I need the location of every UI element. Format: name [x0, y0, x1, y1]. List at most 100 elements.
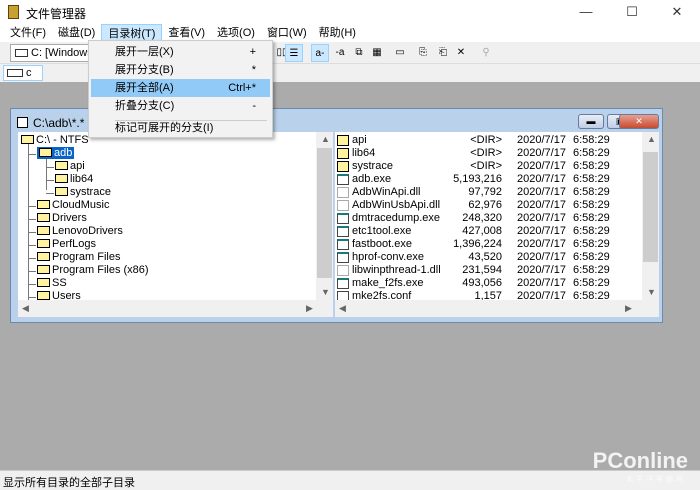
file-row[interactable]: etc1tool.exe427,0082020/7/176:58:29A [337, 225, 657, 238]
sort-by-type-icon[interactable]: -a [331, 44, 349, 62]
close-button[interactable]: ✕ [654, 0, 700, 24]
menu-item-expand-one-level[interactable]: 展开一层(X) + [91, 43, 270, 61]
folder-icon [337, 135, 349, 146]
tree-item[interactable]: Program Files (x86) [37, 264, 149, 277]
menu-item-collapse-branch[interactable]: 折叠分支(C) - [91, 97, 270, 115]
menu-item-label: 展开一层(X) [115, 46, 174, 58]
menu-item-label: 展开全部(A) [115, 82, 174, 94]
delete-icon[interactable]: ✕ [452, 44, 470, 62]
app-icon [8, 5, 19, 19]
menu-item-label: 折叠分支(C) [115, 100, 175, 112]
tree-label: lib64 [70, 173, 94, 185]
folder-icon [337, 161, 349, 172]
file-icon [337, 252, 349, 263]
window-icon [17, 117, 28, 128]
minimize-button[interactable]: — [563, 0, 609, 24]
tree-item[interactable]: systrace [55, 186, 111, 199]
file-date: 2020/7/17 [517, 212, 566, 224]
file-row[interactable]: dmtracedump.exe248,3202020/7/176:58:29A [337, 212, 657, 225]
files-vertical-scrollbar[interactable]: ▲ ▼ [642, 132, 659, 300]
app-title: 文件管理器 [26, 7, 87, 21]
file-row[interactable]: api <DIR> 2020/7/17 6:58:29 [337, 134, 657, 147]
paste-icon[interactable]: ⎗ [434, 44, 452, 62]
file-name: adb.exe [352, 173, 392, 185]
file-row[interactable]: AdbWinUsbApi.dll62,9762020/7/176:58:29A [337, 199, 657, 212]
file-name: hprof-conv.exe [352, 251, 424, 263]
menu-help[interactable]: 帮助(H) [313, 24, 362, 42]
file-row[interactable]: fastboot.exe1,396,2242020/7/176:58:29A [337, 238, 657, 251]
file-icon [337, 200, 349, 211]
file-time: 6:58:29 [573, 238, 610, 250]
menu-item-shortcut: Ctrl+* [228, 82, 256, 94]
file-name: systrace [352, 160, 393, 172]
folder-icon [37, 252, 50, 261]
details-view-icon[interactable]: ☰ [285, 44, 303, 62]
tree-label: C:\ - NTFS [36, 134, 89, 146]
maximize-button[interactable]: ☐ [609, 0, 655, 24]
file-name: fastboot.exe [352, 238, 412, 250]
file-date: 2020/7/17 [517, 186, 566, 198]
calendar-icon[interactable]: ▦ [368, 44, 386, 62]
file-size: <DIR> [470, 160, 502, 172]
file-row[interactable]: AdbWinApi.dll97,7922020/7/176:58:29A [337, 186, 657, 199]
menu-file[interactable]: 文件(F) [4, 24, 52, 42]
file-list: api <DIR> 2020/7/17 6:58:29 lib64 <DIR> 2020/7… [335, 132, 659, 317]
child-close-button[interactable]: ✕ [619, 114, 659, 129]
tree-label: SS [52, 277, 67, 289]
menu-item-expand-branch[interactable]: 展开分支(B) * [91, 61, 270, 79]
file-row[interactable]: make_f2fs.exe493,0562020/7/176:58:29A [337, 277, 657, 290]
folder-icon [55, 174, 68, 183]
tree-item[interactable]: api [55, 160, 85, 173]
menu-item-expand-all[interactable]: 展开全部(A) Ctrl+* [91, 79, 270, 97]
sort-by-name-icon[interactable]: a- [311, 44, 329, 62]
menu-item-shortcut: * [251, 64, 256, 76]
tree-item[interactable]: SS [37, 277, 67, 290]
tree-item[interactable]: Drivers [37, 212, 87, 225]
file-date: 2020/7/17 [517, 199, 566, 211]
file-time: 6:58:29 [573, 173, 610, 185]
file-size: 493,056 [462, 277, 502, 289]
folder-icon [55, 161, 68, 170]
file-date: 2020/7/17 [517, 147, 566, 159]
tree-item-adb[interactable]: adb [37, 147, 75, 160]
drive-c-button[interactable]: c [3, 65, 43, 81]
tree-label: systrace [70, 186, 111, 198]
file-row[interactable]: hprof-conv.exe43,5202020/7/176:58:29A [337, 251, 657, 264]
file-size: 62,976 [468, 199, 502, 211]
files-horizontal-scrollbar[interactable]: ◀ ▶ [335, 300, 659, 317]
file-name: AdbWinUsbApi.dll [352, 199, 441, 211]
tree-label: Drivers [52, 212, 87, 224]
tree-item[interactable]: LenovoDrivers [37, 225, 123, 238]
file-row[interactable]: adb.exe5,193,2162020/7/176:58:29A [337, 173, 657, 186]
drive-c-label: c [26, 67, 32, 79]
tree-vertical-scrollbar[interactable]: ▲ ▼ [316, 132, 333, 300]
folder-icon [55, 187, 68, 196]
tree-item[interactable]: lib64 [55, 173, 93, 186]
file-row[interactable]: lib64 <DIR> 2020/7/17 6:58:29 [337, 147, 657, 160]
folder-icon [37, 278, 50, 287]
tree-root[interactable]: C:\ - NTFS [21, 134, 89, 147]
file-date: 2020/7/17 [517, 277, 566, 289]
new-window-icon[interactable]: ⧉ [350, 44, 368, 62]
file-row[interactable]: systrace <DIR> 2020/7/17 6:58:29 [337, 160, 657, 173]
menu-item-indicate-expandable[interactable]: 标记可展开的分支(I) [91, 119, 270, 137]
file-row[interactable]: libwinpthread-1.dll 231,594 2020/7/17 6:58:… [337, 264, 657, 277]
tree-item[interactable]: PerfLogs [37, 238, 96, 251]
file-icon [337, 265, 349, 276]
directory-tree: C:\ - NTFS adb api lib64 systrace CloudMus… [18, 132, 333, 317]
tree-label: LenovoDrivers [52, 225, 123, 237]
tree-horizontal-scrollbar[interactable]: ◀ ▶ [18, 300, 333, 317]
file-date: 2020/7/17 [517, 173, 566, 185]
title-bar: 文件管理器 — ☐ ✕ [0, 0, 700, 24]
file-time: 6:58:29 [573, 225, 610, 237]
folder-icon [37, 239, 50, 248]
tree-item[interactable]: Program Files [37, 251, 120, 264]
file-name: AdbWinApi.dll [352, 186, 421, 198]
tree-item[interactable]: CloudMusic [37, 199, 109, 212]
copy-icon[interactable]: ⎘ [414, 44, 432, 62]
child-minimize-button[interactable]: ▬ [578, 114, 604, 129]
drive-icon [15, 49, 28, 57]
network-drive-icon[interactable]: ▭ [391, 44, 409, 62]
file-time: 6:58:29 [573, 186, 610, 198]
file-name: dmtracedump.exe [352, 212, 441, 224]
